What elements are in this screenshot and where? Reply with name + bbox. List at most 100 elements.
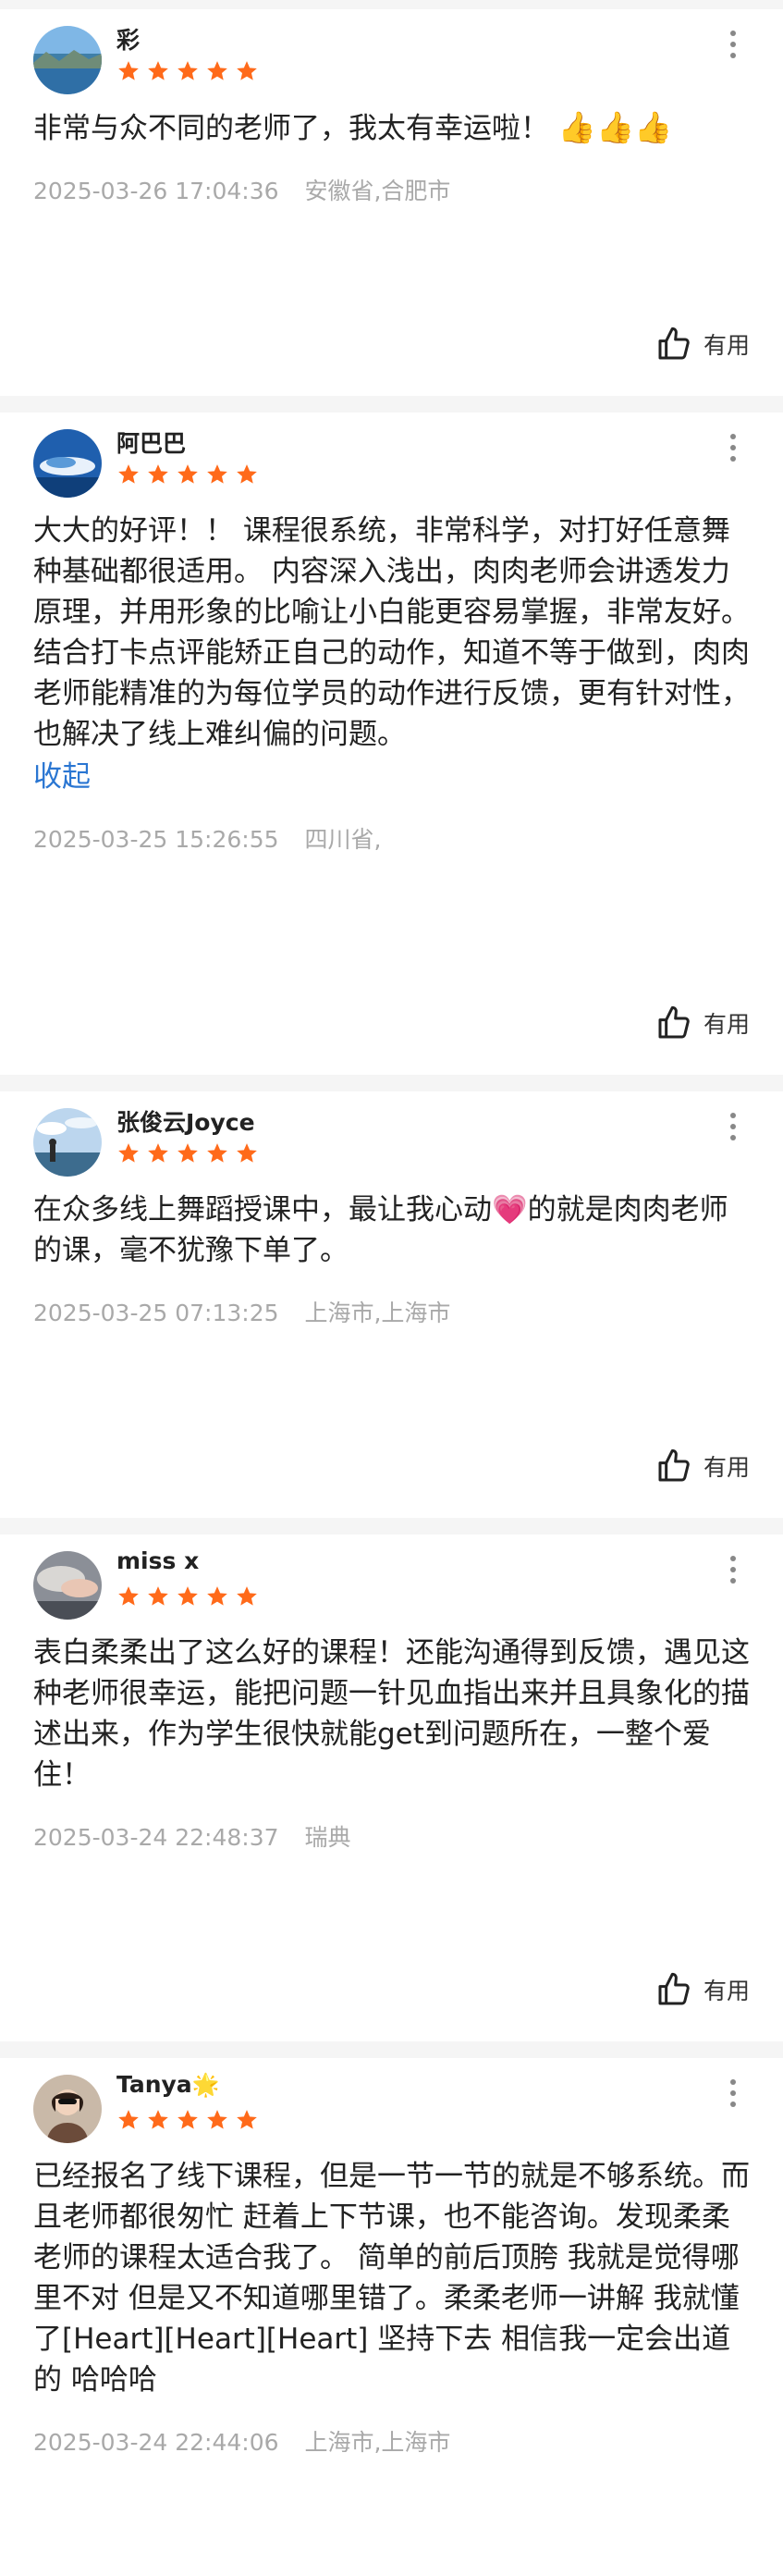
star-icon [237,464,257,484]
review-header: Tanya🌟 [33,2058,750,2143]
review-card: 阿巴巴 大大的好评！！ 课程很系统，非常科学，对打好任意舞种基础都很适用。 内容… [0,413,783,1075]
thumbs-up-icon [658,1972,690,2005]
review-text: 表白柔柔出了这么好的课程！还能沟通得到反馈，遇见这种老师很幸运，能把问题一针见血… [33,1636,750,1792]
review-text: 非常与众不同的老师了，我太有幸运啦！ 👍👍👍 [33,107,750,149]
reviewer-name-text: Tanya [116,2071,192,2098]
useful-button[interactable]: 有用 [655,1971,750,2008]
useful-label: 有用 [703,1978,750,2004]
thumbs-up-icon [658,1448,690,1482]
review-header: 张俊云Joyce [33,1091,750,1177]
thumbs-up-icon [658,327,690,360]
review-date: 2025-03-25 07:13:25 [33,1300,279,1326]
star-icon [177,2110,198,2129]
useful-button[interactable]: 有用 [655,1005,750,1041]
review-location: 安徽省,合肥市 [304,178,451,204]
review-card: miss x 表白柔柔出了这么好的课程！还能沟通得到反馈，遇见这种老师很幸运，能… [0,1535,783,2041]
star-icon [237,61,257,80]
star-icon [118,2110,139,2129]
review-card: 彩 非常与众不同的老师了，我太有幸运啦！ 👍👍👍 2025-03-26 17:0… [0,9,783,396]
review-meta: 2025-03-24 22:48:37 瑞典 [33,1819,750,1853]
star-icon [207,464,227,484]
review-date: 2025-03-25 15:26:55 [33,826,279,853]
review-meta: 2025-03-26 17:04:36 安徽省,合肥市 [33,173,750,206]
review-header: miss x [33,1535,750,1620]
star-rating [116,59,259,83]
star-rating [116,462,259,487]
review-date: 2025-03-26 17:04:36 [33,178,279,204]
star-rating [116,2108,259,2132]
star-icon [148,1586,168,1606]
reviewer-name[interactable]: Tanya🌟 [116,2071,220,2098]
card-divider [0,2041,783,2058]
star-icon [148,61,168,80]
review-header: 阿巴巴 [33,413,750,498]
star-icon [118,1586,139,1606]
review-card: 张俊云Joyce 在众多线上舞蹈授课中，最让我心动💗的就是肉肉老师的课，毫不犹豫… [0,1091,783,1518]
avatar-sky-icon [33,1108,102,1177]
avatar-person-icon [33,2075,102,2143]
star-icon [237,2110,257,2129]
avatar[interactable] [33,26,102,94]
avatar-lake-icon [33,26,102,94]
review-date: 2025-03-24 22:48:37 [33,1824,279,1851]
useful-label: 有用 [703,332,750,359]
star-icon [148,1143,168,1163]
useful-label: 有用 [703,1011,750,1038]
review-header: 彩 [33,9,750,94]
top-divider [0,0,783,9]
star-icon [148,2110,168,2129]
star-icon [207,1143,227,1163]
star-icon [177,1143,198,1163]
review-list: 彩 非常与众不同的老师了，我太有幸运啦！ 👍👍👍 2025-03-26 17:0… [0,0,783,2576]
star-icon [118,61,139,80]
star-icon [118,464,139,484]
review-text: 在众多线上舞蹈授课中，最让我心动💗的就是肉肉老师的课，毫不犹豫下单了。 [33,1193,728,1267]
review-location: 四川省, [304,826,382,853]
star-rating [116,1584,259,1608]
star-icon [207,61,227,80]
thumbs-up-icon [658,1005,690,1039]
more-options-icon[interactable] [716,429,750,466]
avatar[interactable] [33,1108,102,1177]
review-location: 上海市,上海市 [304,2429,451,2456]
collapse-link[interactable]: 收起 [33,757,750,797]
review-card: Tanya🌟 已经报名了线下课程，但是一节一节的就是不够系统。而且老师都很匆忙 … [0,2058,783,2576]
review-date: 2025-03-24 22:44:06 [33,2429,279,2456]
thumbs-up-emoji: 👍👍👍 [557,109,673,145]
reviewer-name[interactable]: 阿巴巴 [116,425,186,459]
star-rating [116,1141,259,1165]
star-icon [177,61,198,80]
reviewer-name[interactable]: 彩 [116,22,140,55]
more-options-icon[interactable] [716,1108,750,1145]
star-icon [207,1586,227,1606]
useful-button[interactable]: 有用 [655,1448,750,1485]
star-icon [237,1586,257,1606]
avatar[interactable] [33,1551,102,1620]
card-divider [0,1518,783,1535]
more-options-icon[interactable] [716,2075,750,2112]
sparkle-emoji: 🌟 [191,2072,220,2098]
avatar[interactable] [33,2075,102,2143]
star-icon [177,464,198,484]
useful-button[interactable]: 有用 [655,326,750,363]
avatar[interactable] [33,429,102,498]
reviewer-name[interactable]: miss x [116,1547,199,1574]
reviewer-name[interactable]: 张俊云Joyce [116,1104,255,1138]
avatar-wave-icon [33,429,102,498]
card-divider [0,396,783,413]
review-location: 上海市,上海市 [304,1300,451,1326]
star-icon [237,1143,257,1163]
star-icon [207,2110,227,2129]
avatar-cloud-icon [33,1551,102,1620]
review-text-body: 非常与众不同的老师了，我太有幸运啦！ [33,112,549,145]
review-meta: 2025-03-24 22:44:06 上海市,上海市 [33,2424,750,2458]
star-icon [118,1143,139,1163]
card-divider [0,1075,783,1091]
useful-label: 有用 [703,1454,750,1481]
more-options-icon[interactable] [716,1551,750,1588]
review-location: 瑞典 [304,1824,351,1851]
more-options-icon[interactable] [716,26,750,63]
review-meta: 2025-03-25 07:13:25 上海市,上海市 [33,1295,750,1328]
star-icon [148,464,168,484]
review-text: 大大的好评！！ 课程很系统，非常科学，对打好任意舞种基础都很适用。 内容深入浅出… [33,514,750,751]
